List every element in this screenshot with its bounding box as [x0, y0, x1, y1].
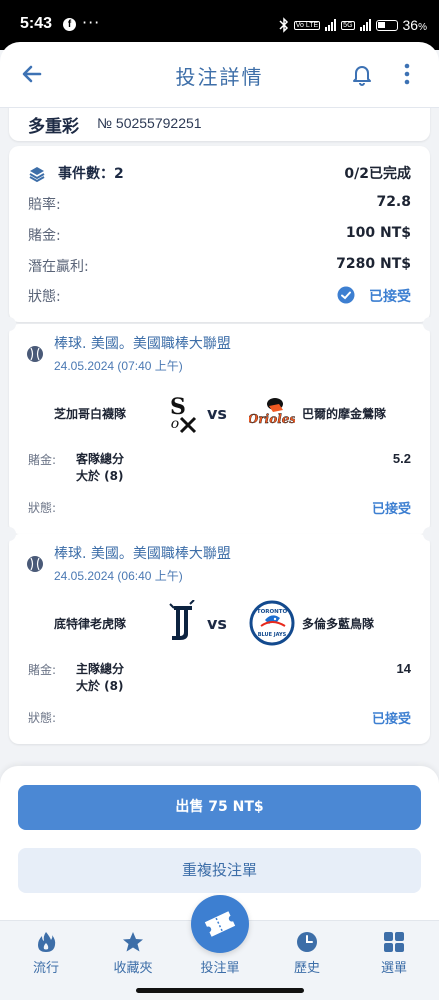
- ticket-type: 多重彩: [28, 117, 79, 137]
- selection: 客隊總分 大於 (8): [76, 452, 125, 483]
- clock-icon: [297, 932, 317, 952]
- signal-icon: [325, 19, 337, 31]
- blue-jays-logo-text: TORONTO: [257, 609, 288, 615]
- selection: 主隊總分 大於 (8): [76, 662, 125, 693]
- home-team: 底特律老虎隊: [54, 617, 127, 631]
- ticket-notch: [2, 317, 16, 331]
- away-team: 巴爾的摩金鶯隊: [302, 407, 387, 421]
- event-status-value: 已接受: [371, 502, 411, 517]
- bluetooth-icon: [279, 17, 288, 33]
- repeat-bet-button[interactable]: 重複投注單: [18, 848, 421, 893]
- status-icons: Vo LTE 5G 36%: [279, 15, 427, 35]
- event-datetime: 24.05.2024 (07:40 上午): [54, 359, 183, 373]
- tab-menu[interactable]: 選單: [350, 921, 438, 981]
- facebook-notification-icon: f: [63, 18, 76, 31]
- status-row: 狀態: 已接受: [28, 286, 411, 308]
- event-odds: 5.2: [392, 451, 411, 466]
- tab-popular[interactable]: 流行: [2, 921, 90, 981]
- stake-label: 賭金:: [28, 228, 61, 244]
- tab-label: 投注單: [200, 961, 240, 976]
- ticket-notch: [423, 317, 437, 331]
- event-card[interactable]: 棒球. 美國。美國職棒大聯盟 24.05.2024 (07:40 上午) 芝加哥…: [9, 324, 430, 534]
- baseball-icon: [27, 346, 43, 362]
- more-vertical-icon[interactable]: [397, 61, 417, 87]
- ticket-notch: [423, 527, 437, 541]
- 5g-signal-icon: [359, 19, 371, 31]
- white-sox-logo: S o: [170, 394, 197, 434]
- bell-icon[interactable]: [349, 61, 375, 87]
- events-count-row: 事件數：2 0/2已完成: [28, 163, 411, 185]
- event-status-value: 已接受: [371, 712, 411, 727]
- app-bar: 投注詳情: [0, 42, 439, 108]
- potential-win-label: 潛在贏利:: [28, 259, 89, 275]
- status-label: 狀態:: [28, 289, 61, 305]
- flame-icon: [38, 932, 56, 952]
- odds-label: 賠率:: [28, 197, 61, 213]
- 5g-tag: 5G: [341, 20, 355, 30]
- stake-row: 賭金: 100 NT$: [28, 225, 411, 247]
- battery-percent: 36%: [402, 17, 427, 33]
- tab-label: 選單: [380, 961, 407, 976]
- ticket-number: № 50255792251: [97, 115, 202, 131]
- tab-history[interactable]: 歷史: [263, 921, 351, 981]
- star-icon: [123, 932, 143, 952]
- home-team: 芝加哥白襪隊: [54, 407, 127, 421]
- vs-label: vs: [207, 404, 227, 423]
- events-count: 2: [114, 166, 124, 182]
- odds-row: 賠率: 72.8: [28, 194, 411, 216]
- events-label: 事件數：2: [58, 166, 124, 182]
- svg-text:Orioles: Orioles: [249, 412, 295, 426]
- potential-win-row: 潛在贏利: 7280 NT$: [28, 256, 411, 278]
- tab-label: 流行: [32, 961, 59, 976]
- betslip-fab-button[interactable]: [191, 895, 249, 953]
- event-odds: 14: [396, 661, 411, 676]
- odds-value: 72.8: [376, 194, 411, 210]
- status-value: 已接受: [369, 289, 411, 305]
- away-team: 多倫多藍鳥隊: [302, 617, 375, 631]
- battery-icon: [375, 19, 398, 31]
- event-status-label: 狀態:: [28, 501, 57, 515]
- event-datetime: 24.05.2024 (06:40 上午): [54, 569, 183, 583]
- ticket-header: 多重彩 № 50255792251: [9, 108, 430, 141]
- layers-icon: [29, 167, 45, 183]
- volte-tag: Vo LTE: [293, 20, 321, 30]
- league-name: 棒球. 美國。美國職棒大聯盟: [54, 546, 231, 562]
- more-notifications-icon: ···: [82, 13, 101, 32]
- orioles-logo: Orioles: [249, 398, 295, 426]
- sell-bet-button[interactable]: 出售 75 NT$: [18, 785, 421, 830]
- event-card[interactable]: 棒球. 美國。美國職棒大聯盟 24.05.2024 (06:40 上午) 底特律…: [9, 534, 430, 744]
- vs-label: vs: [207, 614, 227, 633]
- svg-text:o: o: [171, 416, 179, 432]
- check-circle-icon: [337, 286, 355, 304]
- tab-label: 收藏夾: [113, 961, 153, 976]
- tigers-logo: [169, 600, 195, 640]
- ticket-icon: [204, 911, 236, 937]
- stake-label: 賭金:: [28, 453, 57, 467]
- progress-text: 0/2已完成: [344, 166, 411, 182]
- potential-win-value: 7280 NT$: [336, 256, 411, 272]
- blue-jays-logo-text-2: BLUE JAYS: [258, 632, 287, 638]
- league-name: 棒球. 美國。美國職棒大聯盟: [54, 336, 231, 352]
- baseball-icon: [27, 556, 43, 572]
- status-time: 5:43: [20, 15, 53, 32]
- tab-favorites[interactable]: 收藏夾: [89, 921, 177, 981]
- stake-value: 100 NT$: [345, 225, 411, 241]
- home-indicator: [136, 988, 304, 993]
- tab-label: 歷史: [293, 961, 320, 976]
- bet-details-content[interactable]: 多重彩 № 50255792251 事件數：2 0/2已完成 賠率: 72.8 …: [0, 108, 439, 768]
- stake-label: 賭金:: [28, 663, 57, 677]
- ticket-notch: [2, 527, 16, 541]
- event-status-label: 狀態:: [28, 711, 57, 725]
- bet-summary-card: 事件數：2 0/2已完成 賠率: 72.8 賭金: 100 NT$ 潛在贏利: …: [9, 146, 430, 322]
- grid-menu-icon: [384, 932, 404, 952]
- blue-jays-logo: TORONTO BLUE JAYS: [249, 600, 295, 646]
